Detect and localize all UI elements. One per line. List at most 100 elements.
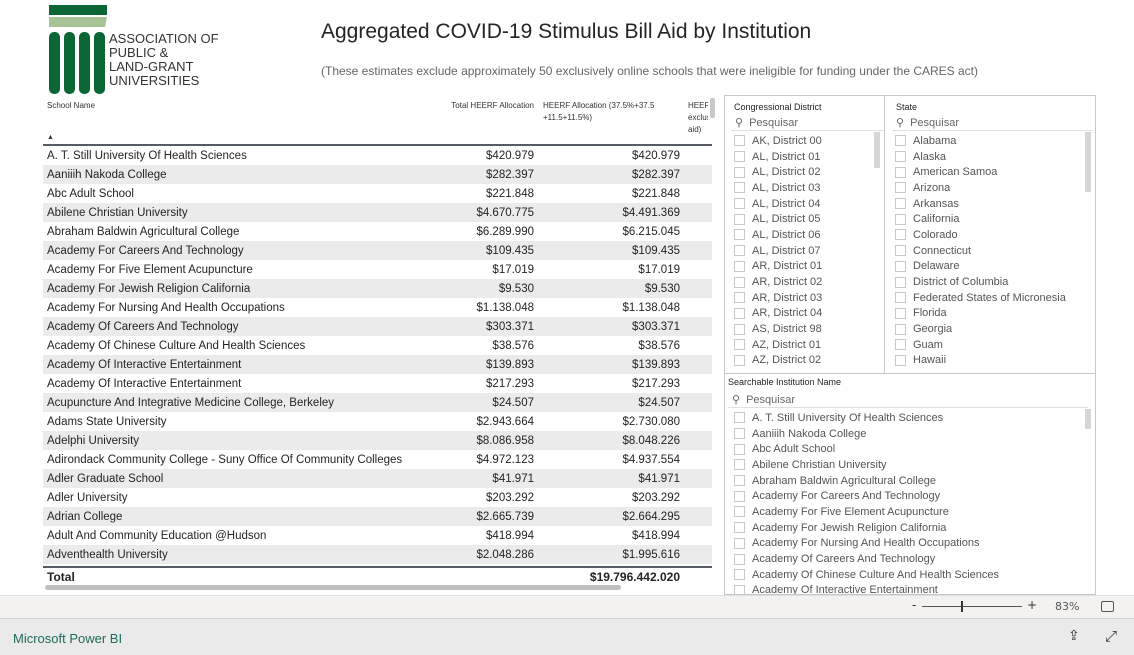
state-option[interactable]: Guam xyxy=(886,337,1086,353)
table-row[interactable]: Adult And Community Education @Hudson $41… xyxy=(43,526,712,545)
zoom-slider[interactable] xyxy=(922,606,1022,607)
institution-option[interactable]: Abilene Christian University xyxy=(725,457,1085,473)
table-row[interactable]: A. T. Still University Of Health Science… xyxy=(43,146,712,165)
district-option[interactable]: AS, District 98 xyxy=(725,321,875,337)
table-row[interactable]: Adventhealth University $2.048.286 $1.995.… xyxy=(43,545,712,564)
table-row[interactable]: Academy Of Interactive Entertainment $139… xyxy=(43,355,712,374)
checkbox[interactable] xyxy=(734,475,745,487)
checkbox[interactable] xyxy=(895,245,906,257)
zoom-in-button[interactable]: + xyxy=(1027,598,1037,612)
district-option[interactable]: AK, District 00 xyxy=(725,133,875,149)
column-header-heerf-allocation[interactable]: HEERF Allocation (37.5%+37.5 +11.5+11.5%… xyxy=(543,100,668,124)
district-option[interactable]: AZ, District 01 xyxy=(725,337,875,353)
checkbox[interactable] xyxy=(734,459,745,471)
checkbox[interactable] xyxy=(734,490,745,502)
checkbox[interactable] xyxy=(734,537,745,549)
institution-option[interactable]: Aaniiih Nakoda College xyxy=(725,426,1085,442)
district-option[interactable]: AL, District 05 xyxy=(725,211,875,227)
district-option[interactable]: AR, District 03 xyxy=(725,290,875,306)
checkbox[interactable] xyxy=(734,229,745,241)
district-option[interactable]: AL, District 01 xyxy=(725,149,875,165)
checkbox[interactable] xyxy=(895,229,906,241)
zoom-out-button[interactable]: - xyxy=(912,598,916,612)
table-row[interactable]: Abilene Christian University $4.670.775 $4… xyxy=(43,203,712,222)
institution-option[interactable]: Academy For Jewish Religion California xyxy=(725,520,1085,536)
checkbox[interactable] xyxy=(734,307,745,319)
table-row[interactable]: Academy For Five Element Acupuncture $17.… xyxy=(43,260,712,279)
checkbox[interactable] xyxy=(895,135,906,147)
institution-option[interactable]: Abc Adult School xyxy=(725,441,1085,457)
district-option[interactable]: AL, District 02 xyxy=(725,164,875,180)
checkbox[interactable] xyxy=(734,412,745,424)
fit-to-page-icon[interactable] xyxy=(1101,601,1114,612)
district-option[interactable]: AL, District 03 xyxy=(725,180,875,196)
state-option[interactable]: Georgia xyxy=(886,321,1086,337)
checkbox[interactable] xyxy=(734,245,745,257)
zoom-slider-thumb[interactable] xyxy=(961,601,963,612)
state-option[interactable]: Alaska xyxy=(886,149,1086,165)
state-option[interactable]: American Samoa xyxy=(886,164,1086,180)
table-vertical-scrollbar[interactable] xyxy=(710,98,715,118)
sort-ascending-icon[interactable]: ▲ xyxy=(47,132,54,144)
checkbox[interactable] xyxy=(734,354,745,366)
institution-option[interactable]: Abraham Baldwin Agricultural College xyxy=(725,473,1085,489)
table-row[interactable]: Academy For Careers And Technology $109.4… xyxy=(43,241,712,260)
state-option[interactable]: Florida xyxy=(886,306,1086,322)
state-scrollbar[interactable] xyxy=(1085,132,1091,192)
checkbox[interactable] xyxy=(734,323,745,335)
district-option[interactable]: AL, District 04 xyxy=(725,196,875,212)
table-row[interactable]: Academy Of Careers And Technology $303.37… xyxy=(43,317,712,336)
state-option[interactable]: California xyxy=(886,211,1086,227)
checkbox[interactable] xyxy=(895,292,906,304)
column-header-total-heerf[interactable]: Total HEERF Allocation xyxy=(444,100,534,112)
state-option[interactable]: District of Columbia xyxy=(886,274,1086,290)
table-row[interactable]: Abc Adult School $221.848 $221.848 xyxy=(43,184,712,203)
table-row[interactable]: Abraham Baldwin Agricultural College $6.2… xyxy=(43,222,712,241)
checkbox[interactable] xyxy=(734,443,745,455)
institution-option[interactable]: Academy Of Careers And Technology xyxy=(725,551,1085,567)
table-row[interactable]: Academy For Nursing And Health Occupatio… xyxy=(43,298,712,317)
table-row[interactable]: Academy For Jewish Religion California $9… xyxy=(43,279,712,298)
institution-option[interactable]: Academy For Careers And Technology xyxy=(725,488,1085,504)
table-row[interactable]: Adler University $203.292 $203.292 xyxy=(43,488,712,507)
checkbox[interactable] xyxy=(734,182,745,194)
institution-option[interactable]: Academy For Five Element Acupuncture xyxy=(725,504,1085,520)
district-search-input[interactable]: ⚲ Pesquisar xyxy=(731,115,884,131)
district-scrollbar[interactable] xyxy=(874,132,880,168)
state-option[interactable]: Arkansas xyxy=(886,196,1086,212)
checkbox[interactable] xyxy=(895,213,906,225)
checkbox[interactable] xyxy=(734,339,745,351)
institution-option[interactable]: Academy Of Chinese Culture And Health Sc… xyxy=(725,567,1085,583)
district-option[interactable]: AL, District 06 xyxy=(725,227,875,243)
table-row[interactable]: Academy Of Interactive Entertainment $217… xyxy=(43,374,712,393)
table-row[interactable]: Adams State University $2.943.664 $2.730.0… xyxy=(43,412,712,431)
table-row[interactable]: Adirondack Community College - Suny Offi… xyxy=(43,450,712,469)
checkbox[interactable] xyxy=(734,276,745,288)
checkbox[interactable] xyxy=(895,323,906,335)
state-option[interactable]: Connecticut xyxy=(886,243,1086,259)
checkbox[interactable] xyxy=(895,276,906,288)
district-option[interactable]: AR, District 01 xyxy=(725,259,875,275)
state-option[interactable]: Colorado xyxy=(886,227,1086,243)
checkbox[interactable] xyxy=(734,522,745,534)
institution-option[interactable]: Academy Of Interactive Entertainment xyxy=(725,583,1085,594)
checkbox[interactable] xyxy=(895,182,906,194)
checkbox[interactable] xyxy=(734,260,745,272)
checkbox[interactable] xyxy=(734,135,745,147)
share-icon[interactable]: ⇪ xyxy=(1068,628,1080,644)
column-header-heerf-excluding[interactable]: HEERF exclus aid) xyxy=(688,100,708,136)
checkbox[interactable] xyxy=(734,198,745,210)
table-row[interactable]: Aaniiih Nakoda College $282.397 $282.397 xyxy=(43,165,712,184)
checkbox[interactable] xyxy=(895,198,906,210)
column-header-school-name[interactable]: School Name xyxy=(47,100,95,112)
checkbox[interactable] xyxy=(895,166,906,178)
checkbox[interactable] xyxy=(895,307,906,319)
table-row[interactable]: Adler Graduate School $41.971 $41.971 xyxy=(43,469,712,488)
institution-scrollbar[interactable] xyxy=(1085,409,1091,429)
table-row[interactable]: Adelphi University $8.086.958 $8.048.226 xyxy=(43,431,712,450)
checkbox[interactable] xyxy=(734,428,745,440)
checkbox[interactable] xyxy=(734,292,745,304)
checkbox[interactable] xyxy=(734,213,745,225)
state-option[interactable]: Alabama xyxy=(886,133,1086,149)
checkbox[interactable] xyxy=(895,354,906,366)
